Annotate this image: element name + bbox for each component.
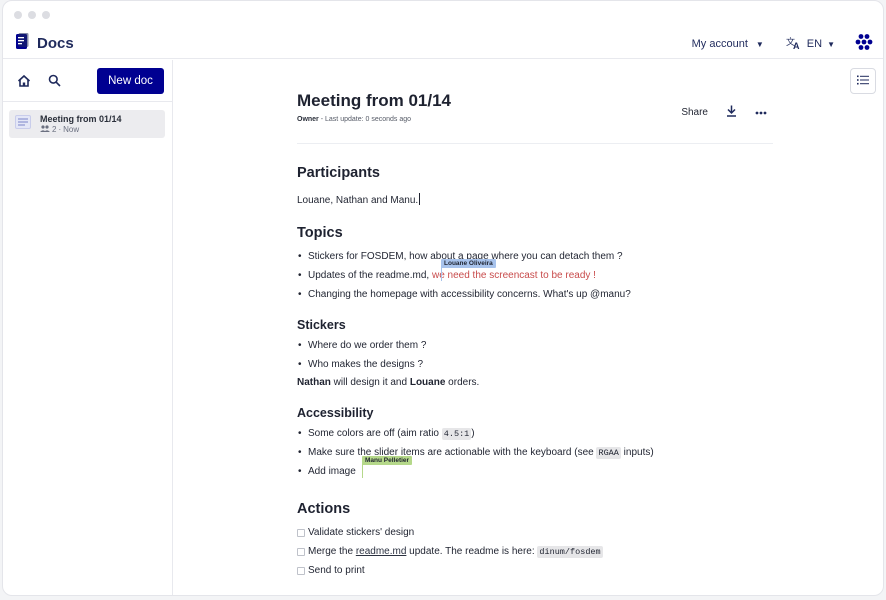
more-options-icon[interactable] [755,107,767,118]
new-doc-button[interactable]: New doc [97,68,164,94]
separator-dot: · [58,125,62,134]
stickers-summary: Nathan will design it and Louane orders. [297,377,479,388]
account-label: My account [691,38,748,50]
doc-member-count: 2 [52,125,57,134]
action-checkbox-item[interactable]: Send to print [297,565,365,576]
list-icon [857,72,869,90]
doc-last-update: - Last update: 0 seconds ago [320,116,412,123]
participants-names: Louane, Nathan and Manu. [297,195,419,206]
topics-heading: Topics [297,225,343,241]
item-text: ) [471,428,475,439]
topic-item: Updates of the readme.md, we need the sc… [297,270,596,281]
item-text: update. The readme is here: [406,546,538,557]
inline-code: dinum/fosdem [537,546,603,558]
stickers-heading: Stickers [297,318,346,332]
item-text: inputs) [620,447,654,458]
collaborator-cursor-label: Manu Pelletier [362,456,413,465]
download-icon[interactable] [726,105,737,120]
action-checkbox-item[interactable]: Merge the readme.md update. The readme i… [297,546,603,558]
item-text: Some colors are off (aim ratio [308,428,442,439]
doc-updated: Now [63,125,80,134]
action-checkbox-item[interactable]: Validate stickers' design [297,527,414,538]
brand[interactable]: Docs [15,32,74,55]
group-icon [40,125,50,134]
sidebar-actions: New doc [3,60,172,102]
doc-role: Owner [297,116,319,123]
top-bar: Docs My account ▼ 文 A EN ▼ [3,29,883,59]
window-chrome [3,1,883,29]
header-divider [297,143,773,144]
collaborator-cursor [362,464,363,478]
topic-text: Updates of the readme.md, [308,270,432,281]
stickers-item: Who makes the designs ? [297,359,423,370]
window-close-dot[interactable] [14,11,22,19]
sidebar-doc-item[interactable]: Meeting from 01/14 2 · Now [9,110,165,138]
collaborator-cursor-label: Louane Oliveira [441,259,496,268]
text-cursor [419,193,421,205]
inline-code: RGAA [596,447,621,459]
actions-heading: Actions [297,501,351,517]
search-icon[interactable] [44,71,64,91]
mention-nathan: Nathan [297,377,331,388]
document-icon [15,114,31,134]
collaborator-cursor [441,267,442,281]
chevron-down-icon: ▼ [755,39,764,49]
accessibility-heading: Accessibility [297,406,374,420]
home-icon[interactable] [14,71,34,91]
language-selector[interactable]: 文 A EN ▼ [786,36,835,53]
accessibility-item: Some colors are off (aim ratio 4.5:1) [297,428,475,440]
accessibility-item: Add image [297,466,356,477]
window-minimize-dot[interactable] [28,11,36,19]
svg-text:A: A [793,41,800,50]
participants-heading: Participants [297,165,380,181]
summary-text: will design it and [330,377,410,388]
sidebar: New doc Meeting from 01/14 2 · Now [3,60,173,595]
topic-item: Changing the homepage with accessibility… [297,289,631,300]
translate-icon: 文 A [786,36,802,53]
accessibility-item: Make sure the slider items are actionabl… [297,447,654,459]
topic-highlight: we need the screencast to be ready ! [431,270,596,281]
item-text: Make sure the slider items are actionabl… [308,447,597,458]
doc-header: Meeting from 01/14 Owner - Last update: … [297,91,773,144]
inline-code: 4.5:1 [441,428,472,440]
stickers-item: Where do we order them ? [297,340,426,351]
table-of-contents-button[interactable] [850,68,876,94]
doc-header-actions: Share [681,105,767,120]
chevron-down-icon: ▼ [827,39,835,49]
mention-louane: Louane [409,377,446,388]
app-title: Docs [37,35,74,52]
doc-item-title: Meeting from 01/14 [40,114,122,124]
doc-item-meta: 2 · Now [40,125,122,134]
window-maximize-dot[interactable] [42,11,50,19]
gaufre-icon[interactable] [855,33,873,56]
item-text: Merge the [308,546,356,557]
share-button[interactable]: Share [681,107,708,118]
language-label: EN [806,38,823,50]
docs-logo-icon [15,32,30,55]
participants-text: Louane, Nathan and Manu. [297,191,421,206]
readme-link[interactable]: readme.md [356,546,407,557]
my-account-menu[interactable]: My account ▼ [692,38,764,50]
app-window: Docs My account ▼ 文 A EN ▼ New doc Meeti… [2,0,884,596]
summary-text: orders. [445,377,480,388]
